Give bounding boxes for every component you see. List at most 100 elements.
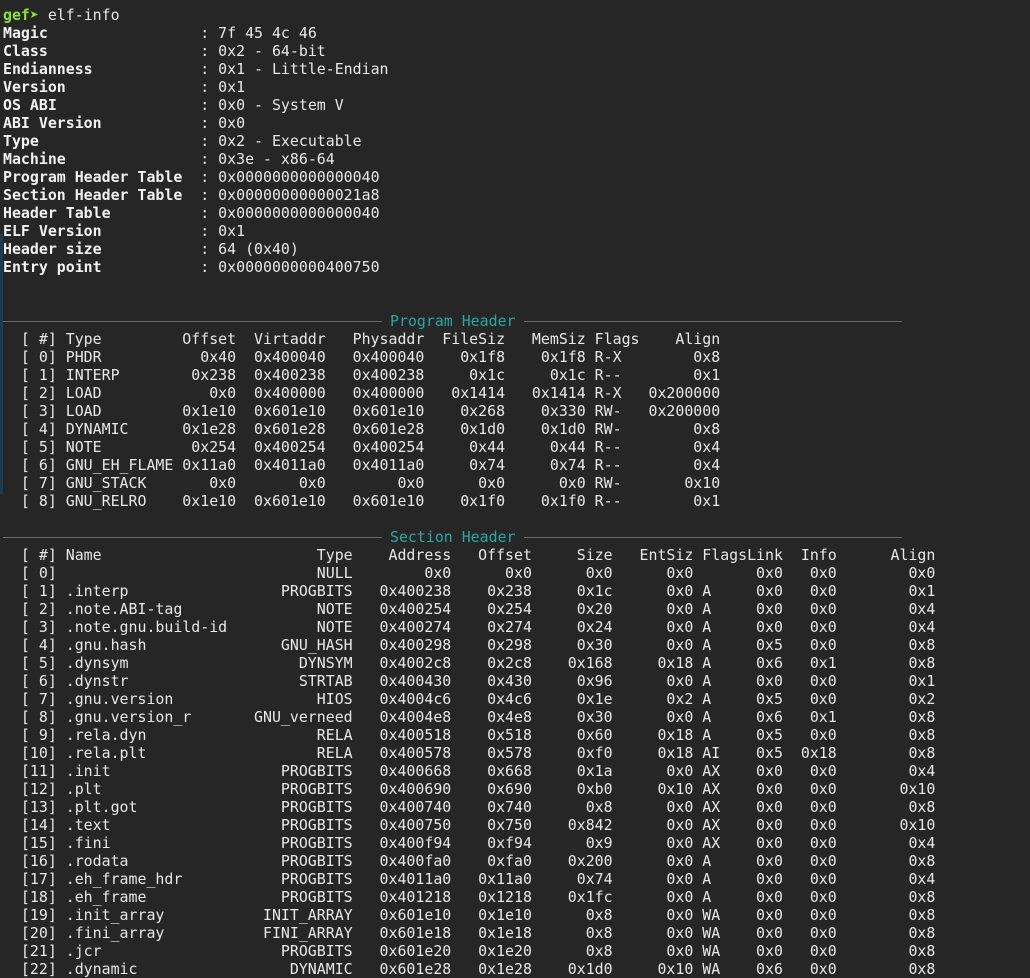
elf-header-key: Magic <box>3 24 201 42</box>
terminal-output: gef➤ elf-info Magic : 7f 45 4c 46 Class :… <box>3 6 1030 978</box>
section-header-row: [10] .rela.plt RELA 0x400578 0x578 0xf0 … <box>3 744 936 762</box>
program-header-row: [ 7] GNU_STACK 0x0 0x0 0x0 0x0 0x0 RW- 0… <box>3 474 721 492</box>
elf-header-key: Header size <box>3 240 201 258</box>
separator: : <box>200 24 219 42</box>
section-header-table: [ #] Name Type Address Offset Size EntSi… <box>3 546 1030 978</box>
elf-header-row: ABI Version : 0x0 <box>3 114 1030 132</box>
program-header-columns: [ #] Type Offset Virtaddr Physaddr FileS… <box>3 330 721 348</box>
program-header-row: [ 8] GNU_RELRO 0x1e10 0x601e10 0x601e10 … <box>3 492 721 510</box>
separator: : <box>200 42 219 60</box>
elf-header-key: ABI Version <box>3 114 201 132</box>
program-header-row: [ 6] GNU_EH_FLAME 0x11a0 0x4011a0 0x4011… <box>3 456 721 474</box>
separator: : <box>200 78 219 96</box>
program-header-title: Program Header <box>382 312 524 330</box>
elf-header-list: Magic : 7f 45 4c 46 Class : 0x2 - 64-bit E… <box>3 24 1030 276</box>
elf-header-value: 0x2 - 64-bit <box>218 42 326 60</box>
section-header-row: [15] .fini PROGBITS 0x400f94 0xf94 0x9 0… <box>3 834 936 852</box>
elf-header-row: Class : 0x2 - 64-bit <box>3 42 1030 60</box>
separator: : <box>200 258 219 276</box>
elf-header-key: OS ABI <box>3 96 201 114</box>
program-header-row: [ 4] DYNAMIC 0x1e28 0x601e28 0x601e28 0x… <box>3 420 721 438</box>
section-header-row: [19] .init_array INIT_ARRAY 0x601e10 0x1… <box>3 906 936 924</box>
elf-header-key: Type <box>3 132 201 150</box>
section-header-row: [ 7] .gnu.version HIOS 0x4004c6 0x4c6 0x… <box>3 690 936 708</box>
elf-header-key: Section Header Table <box>3 186 201 204</box>
elf-header-row: Version : 0x1 <box>3 78 1030 96</box>
program-header-row: [ 3] LOAD 0x1e10 0x601e10 0x601e10 0x268… <box>3 402 721 420</box>
elf-header-value: 64 (0x40) <box>218 240 299 258</box>
separator: : <box>200 186 219 204</box>
elf-header-value: 0x1 - Little-Endian <box>218 60 389 78</box>
elf-header-row: Magic : 7f 45 4c 46 <box>3 24 1030 42</box>
elf-header-key: Machine <box>3 150 201 168</box>
section-header-row: [ 0] NULL 0x0 0x0 0x0 0x0 0x0 0x0 0x0 <box>3 564 936 582</box>
separator: : <box>200 240 219 258</box>
prompt-line: gef➤ elf-info <box>3 6 1030 24</box>
separator: : <box>200 150 219 168</box>
elf-header-value: 0x0 - System V <box>218 96 344 114</box>
section-header-row: [13] .plt.got PROGBITS 0x400740 0x740 0x… <box>3 798 936 816</box>
program-header-row: [ 2] LOAD 0x0 0x400000 0x400000 0x1414 0… <box>3 384 721 402</box>
elf-header-value: 0x1 <box>218 78 246 96</box>
section-header-row: [12] .plt PROGBITS 0x400690 0x690 0xb0 0… <box>3 780 936 798</box>
section-header-row: [11] .init PROGBITS 0x400668 0x668 0x1a … <box>3 762 936 780</box>
elf-header-row: Section Header Table : 0x00000000000021a… <box>3 186 1030 204</box>
program-header-row: [ 1] INTERP 0x238 0x400238 0x400238 0x1c… <box>3 366 721 384</box>
section-header-row: [16] .rodata PROGBITS 0x400fa0 0xfa0 0x2… <box>3 852 936 870</box>
elf-header-row: Header size : 64 (0x40) <box>3 240 1030 258</box>
elf-header-row: Endianness : 0x1 - Little-Endian <box>3 60 1030 78</box>
elf-header-value: 0x0000000000000040 <box>218 168 380 186</box>
section-header-row: [ 1] .interp PROGBITS 0x400238 0x238 0x1… <box>3 582 936 600</box>
elf-header-row: Header Table : 0x0000000000000040 <box>3 204 1030 222</box>
section-header-title: Section Header <box>382 528 524 546</box>
section-header-row: [ 8] .gnu.version_r GNU_verneed 0x4004e8… <box>3 708 936 726</box>
section-header-columns: [ #] Name Type Address Offset Size EntSi… <box>3 546 936 564</box>
elf-header-value: 0x2 - Executable <box>218 132 362 150</box>
gef-prompt-icon: gef➤ <box>3 6 39 24</box>
elf-header-value: 0x00000000000021a8 <box>218 186 380 204</box>
section-header-row: [ 3] .note.gnu.build-id NOTE 0x400274 0x… <box>3 618 936 636</box>
elf-header-key: Endianness <box>3 60 201 78</box>
program-header-row: [ 0] PHDR 0x40 0x400040 0x400040 0x1f8 0… <box>3 348 721 366</box>
elf-header-value: 0x0000000000000040 <box>218 204 380 222</box>
separator: : <box>200 132 219 150</box>
elf-header-value: 0x1 <box>218 222 246 240</box>
elf-header-key: ELF Version <box>3 222 201 240</box>
section-header-row: [18] .eh_frame PROGBITS 0x401218 0x1218 … <box>3 888 936 906</box>
section-header-row: [ 9] .rela.dyn RELA 0x400518 0x518 0x60 … <box>3 726 936 744</box>
program-header-table: [ #] Type Offset Virtaddr Physaddr FileS… <box>3 330 1030 510</box>
elf-header-key: Header Table <box>3 204 201 222</box>
elf-header-row: Program Header Table : 0x000000000000004… <box>3 168 1030 186</box>
program-header-rule: Program Header <box>3 312 902 330</box>
section-header-row: [ 2] .note.ABI-tag NOTE 0x400254 0x254 0… <box>3 600 936 618</box>
section-header-row: [ 5] .dynsym DYNSYM 0x4002c8 0x2c8 0x168… <box>3 654 936 672</box>
separator: : <box>200 204 219 222</box>
elf-header-row: OS ABI : 0x0 - System V <box>3 96 1030 114</box>
separator: : <box>200 222 219 240</box>
separator: : <box>200 60 219 78</box>
elf-header-row: Entry point : 0x0000000000400750 <box>3 258 1030 276</box>
section-header-row: [14] .text PROGBITS 0x400750 0x750 0x842… <box>3 816 936 834</box>
section-header-row: [22] .dynamic DYNAMIC 0x601e28 0x1e28 0x… <box>3 960 936 978</box>
elf-header-key: Version <box>3 78 201 96</box>
elf-header-key: Entry point <box>3 258 201 276</box>
elf-header-value: 0x0 <box>218 114 246 132</box>
elf-header-key: Program Header Table <box>3 168 201 186</box>
separator: : <box>200 114 219 132</box>
elf-header-row: Type : 0x2 - Executable <box>3 132 1030 150</box>
section-header-rule: Section Header <box>3 528 902 546</box>
separator: : <box>200 96 219 114</box>
elf-header-value: 7f 45 4c 46 <box>218 24 317 42</box>
program-header-row: [ 5] NOTE 0x254 0x400254 0x400254 0x44 0… <box>3 438 721 456</box>
elf-header-row: Machine : 0x3e - x86-64 <box>3 150 1030 168</box>
separator: : <box>200 168 219 186</box>
section-header-row: [ 6] .dynstr STRTAB 0x400430 0x430 0x96 … <box>3 672 936 690</box>
elf-header-key: Class <box>3 42 201 60</box>
elf-header-value: 0x3e - x86-64 <box>218 150 335 168</box>
section-header-row: [17] .eh_frame_hdr PROGBITS 0x4011a0 0x1… <box>3 870 936 888</box>
section-header-row: [20] .fini_array FINI_ARRAY 0x601e18 0x1… <box>3 924 936 942</box>
elf-header-row: ELF Version : 0x1 <box>3 222 1030 240</box>
section-header-row: [ 4] .gnu.hash GNU_HASH 0x400298 0x298 0… <box>3 636 936 654</box>
elf-header-value: 0x0000000000400750 <box>218 258 380 276</box>
command-text: elf-info <box>47 6 120 24</box>
